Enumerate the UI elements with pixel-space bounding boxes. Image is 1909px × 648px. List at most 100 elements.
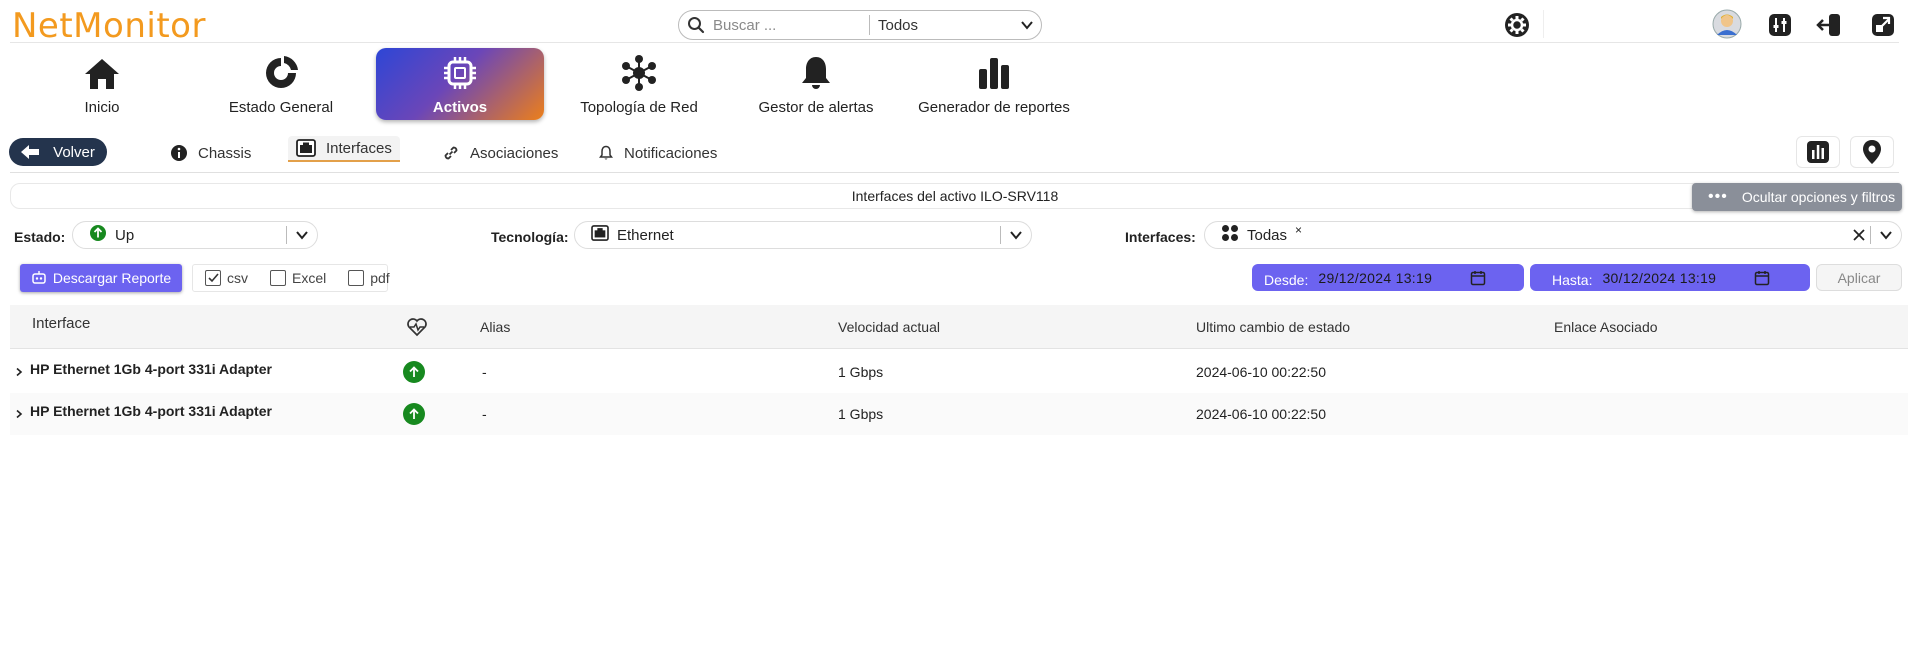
- tecnologia-label: Tecnología:: [491, 229, 569, 245]
- global-search: Todos: [678, 10, 1042, 40]
- remove-chip-button[interactable]: ×: [1295, 223, 1302, 237]
- nav-inicio[interactable]: Inicio: [17, 48, 187, 120]
- chevron-down-icon: [296, 231, 308, 240]
- chevron-down-icon: [1880, 231, 1892, 240]
- tab-asociaciones[interactable]: Asociaciones: [442, 140, 558, 166]
- calendar-icon[interactable]: [1754, 270, 1770, 286]
- download-report-label: Descargar Reporte: [52, 270, 172, 286]
- nav-label: Gestor de alertas: [758, 99, 874, 116]
- calendar-icon[interactable]: [1470, 270, 1486, 286]
- tab-label: Interfaces: [326, 139, 392, 157]
- format-label: pdf: [370, 270, 390, 286]
- desde-date-field[interactable]: Desde: 29/12/2024 13:19: [1252, 264, 1524, 291]
- desde-value: 29/12/2024 13:19: [1318, 269, 1433, 286]
- clear-icon[interactable]: [1852, 228, 1866, 242]
- nav-label: Topología de Red: [580, 99, 698, 116]
- network-topology-icon: [622, 55, 656, 91]
- nav-generador-de-reportes[interactable]: Generador de reportes: [909, 48, 1079, 120]
- search-input[interactable]: [713, 16, 869, 34]
- nav-label: Generador de reportes: [918, 99, 1070, 116]
- hasta-value: 30/12/2024 13:19: [1602, 269, 1717, 286]
- format-pdf-checkbox[interactable]: pdf: [348, 270, 390, 286]
- panel-title-text: Interfaces del activo ILO-SRV118: [851, 188, 1059, 204]
- nav-topologia-de-red[interactable]: Topología de Red: [554, 48, 724, 120]
- search-icon: [679, 16, 713, 34]
- nav-label: Activos: [432, 99, 488, 116]
- interfaces-chip-value: Todas: [1247, 226, 1288, 244]
- tecnologia-value: Ethernet: [617, 226, 674, 244]
- interface-name: HP Ethernet 1Gb 4-port 331i Adapter: [30, 403, 272, 419]
- back-button-label: Volver: [53, 143, 95, 161]
- expand-chevron-icon[interactable]: [14, 393, 24, 435]
- checkbox-empty-icon: [270, 270, 286, 286]
- search-scope-select[interactable]: Todos: [878, 17, 1041, 34]
- location-button[interactable]: [1850, 136, 1894, 168]
- nav-label: Inicio: [84, 99, 120, 116]
- tab-label: Asociaciones: [470, 144, 559, 162]
- netmonitor-logo: NetMonitor: [12, 6, 206, 46]
- mixer-controls-icon[interactable]: [1765, 10, 1795, 40]
- tab-label: Chassis: [198, 144, 252, 162]
- format-options: csv Excel pdf: [192, 264, 390, 292]
- map-pin-icon: [1863, 140, 1881, 164]
- col-last-change[interactable]: Ultimo cambio de estado: [1196, 305, 1350, 349]
- download-report-button[interactable]: Descargar Reporte: [20, 264, 182, 292]
- checkbox-empty-icon: [348, 270, 365, 286]
- alias-cell: -: [482, 364, 487, 380]
- panel-title: Interfaces del activo ILO-SRV118: [10, 183, 1900, 209]
- interface-name: HP Ethernet 1Gb 4-port 331i Adapter: [30, 361, 272, 377]
- nav-gestor-de-alertas[interactable]: Gestor de alertas: [731, 48, 901, 120]
- nav-label: Estado General: [228, 99, 334, 116]
- toggle-filters-label: Ocultar opciones y filtros: [1741, 189, 1896, 205]
- col-interface[interactable]: Interface: [32, 305, 90, 349]
- expand-chevron-icon[interactable]: [14, 351, 24, 393]
- status-up-icon: [403, 351, 425, 393]
- table-row[interactable]: HP Ethernet 1Gb 4-port 331i Adapter - 1 …: [10, 351, 1908, 393]
- popout-window-icon[interactable]: [1868, 10, 1898, 40]
- robot-icon: [32, 271, 46, 284]
- estado-select[interactable]: Up: [72, 221, 318, 249]
- table-row[interactable]: HP Ethernet 1Gb 4-port 331i Adapter - 1 …: [10, 393, 1908, 435]
- col-linked[interactable]: Enlace Asociado: [1554, 305, 1658, 349]
- tab-chassis[interactable]: Chassis: [170, 140, 251, 166]
- table-header: Interface Alias Velocidad actual Ultimo …: [10, 305, 1908, 349]
- desde-label: Desde:: [1264, 271, 1309, 288]
- chart-view-button[interactable]: [1796, 136, 1840, 168]
- search-scope-value: Todos: [878, 16, 919, 34]
- format-label: Excel: [292, 270, 327, 286]
- speed-cell: 1 Gbps: [838, 364, 884, 380]
- col-speed[interactable]: Velocidad actual: [838, 305, 940, 349]
- user-avatar[interactable]: [1712, 9, 1742, 39]
- format-excel-checkbox[interactable]: Excel: [270, 270, 326, 286]
- logout-icon[interactable]: [1814, 10, 1844, 40]
- tab-interfaces[interactable]: Interfaces: [288, 136, 400, 162]
- format-csv-checkbox[interactable]: csv: [205, 270, 248, 286]
- hasta-label: Hasta:: [1552, 271, 1593, 288]
- last-change-cell: 2024-06-10 00:22:50: [1196, 364, 1326, 380]
- tab-label: Notificaciones: [624, 144, 718, 162]
- tab-notificaciones[interactable]: Notificaciones: [598, 140, 717, 166]
- donut-chart-icon: [266, 56, 298, 88]
- toggle-filters-button[interactable]: ••• Ocultar opciones y filtros: [1692, 183, 1902, 211]
- col-alias[interactable]: Alias: [480, 305, 510, 349]
- settings-gear-icon[interactable]: [1502, 10, 1532, 40]
- interfaces-select[interactable]: Todas ×: [1204, 221, 1902, 249]
- status-up-icon: [403, 393, 425, 435]
- interfaces-label: Interfaces:: [1125, 229, 1196, 245]
- apply-button[interactable]: Aplicar: [1816, 264, 1902, 291]
- more-dots-icon: •••: [1708, 188, 1728, 205]
- estado-label: Estado:: [14, 229, 66, 245]
- grid-icon: [1221, 224, 1239, 246]
- back-button[interactable]: Volver: [9, 138, 107, 166]
- alias-cell: -: [482, 406, 487, 422]
- chevron-down-icon: [1021, 21, 1033, 30]
- hasta-date-field[interactable]: Hasta: 30/12/2024 13:19: [1530, 264, 1810, 291]
- bell-icon: [599, 145, 613, 160]
- nav-activos[interactable]: Activos: [376, 48, 544, 120]
- bell-icon: [802, 57, 830, 89]
- status-up-icon: [89, 224, 107, 246]
- nav-estado-general[interactable]: Estado General: [196, 48, 366, 120]
- tecnologia-select[interactable]: Ethernet: [574, 221, 1032, 249]
- checkbox-checked-icon: [205, 270, 221, 286]
- estado-value: Up: [115, 226, 135, 244]
